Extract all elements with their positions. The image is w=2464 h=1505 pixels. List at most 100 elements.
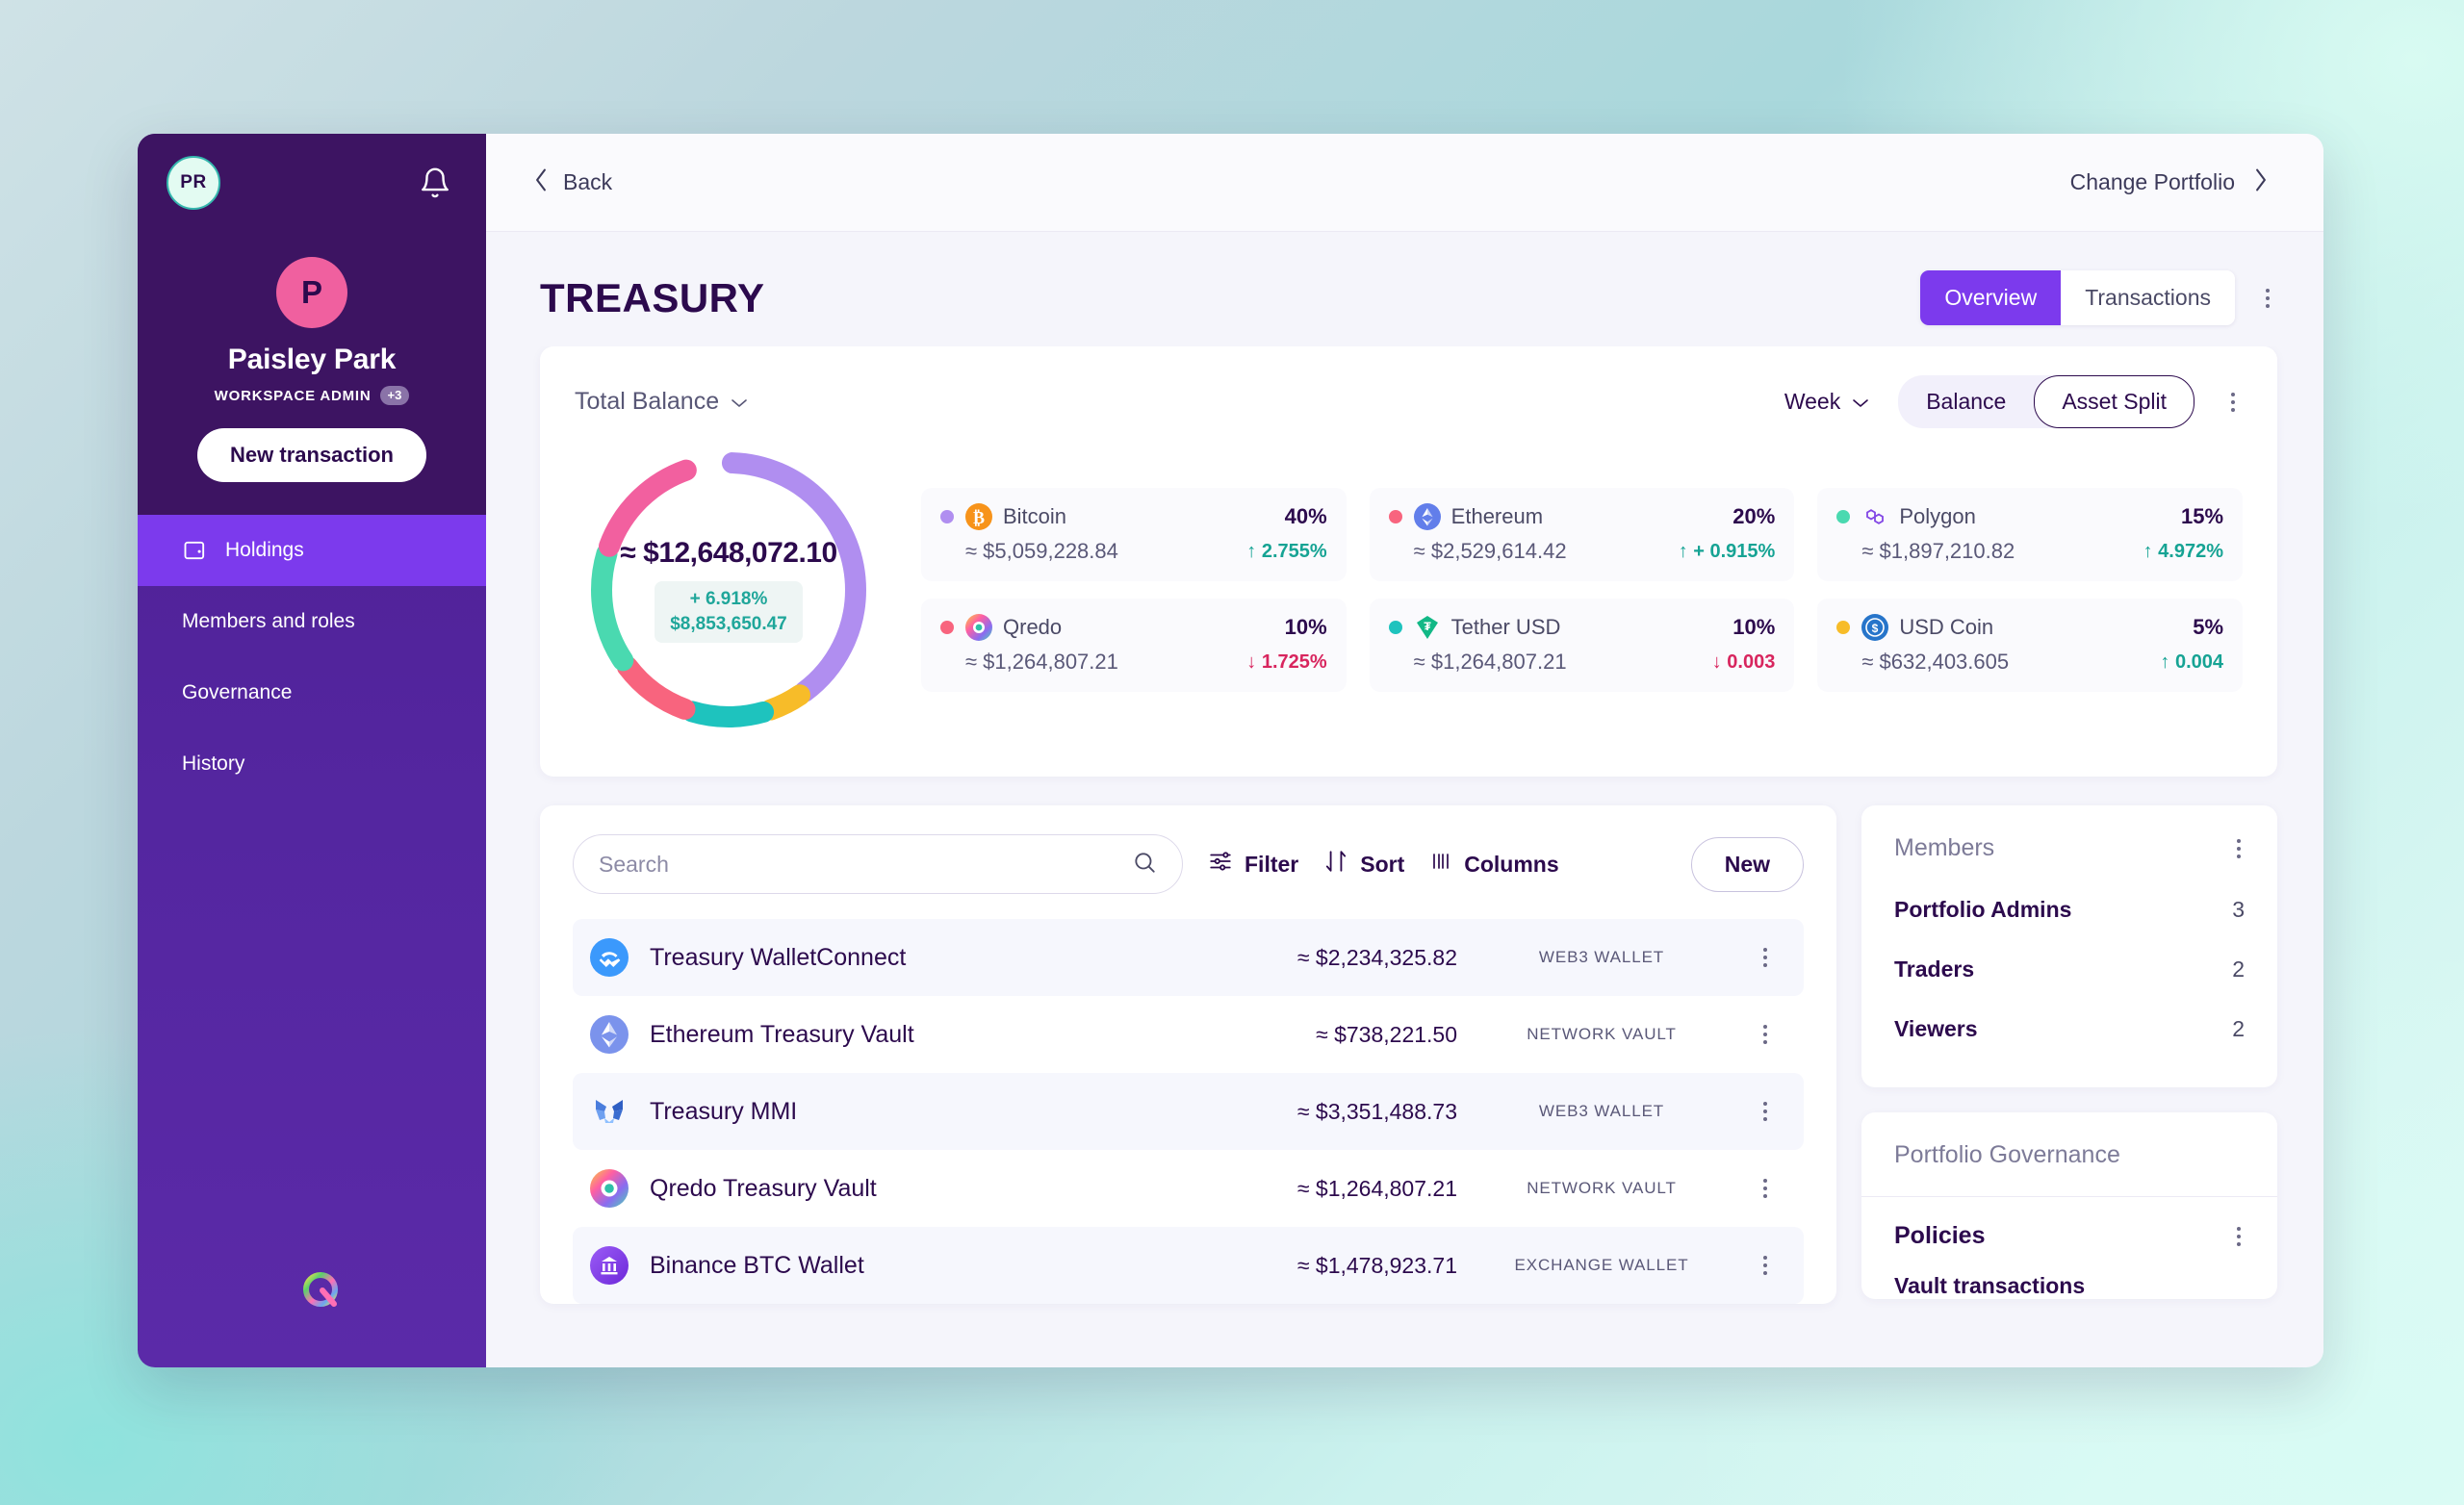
legend-dot — [1388, 510, 1402, 523]
row-kebab-menu[interactable] — [1746, 1025, 1784, 1044]
total-balance-selector[interactable]: Total Balance — [575, 388, 748, 416]
sliders-icon — [1208, 849, 1233, 880]
usdcoin-icon: $ — [1861, 614, 1889, 641]
asset-change-value: 2.755% — [1261, 540, 1327, 562]
asset-legend: ₿ Bitcoin 40% ≈ $5,059,228.84 ↑ 2.755% Q… — [921, 488, 2244, 692]
page-kebab-menu[interactable] — [2258, 285, 2277, 312]
sidebar-profile: P Paisley Park WORKSPACE ADMIN +3 New tr… — [138, 232, 486, 515]
tether-icon: ₮ — [1414, 614, 1441, 641]
search-icon[interactable] — [1132, 850, 1157, 880]
list-item[interactable]: Portfolio Admins 3 — [1861, 880, 2277, 939]
vault-transactions-label[interactable]: Vault transactions — [1861, 1250, 2277, 1299]
svg-text:₿: ₿ — [973, 508, 985, 527]
period-selector[interactable]: Week — [1784, 389, 1869, 415]
asset-card-ethereum[interactable]: Ethereum 20% ≈ $2,529,614.42 ↑ + 0.915% — [1369, 488, 1795, 581]
sidebar-item-members-and-roles[interactable]: Members and roles — [138, 586, 486, 657]
members-kebab-menu[interactable] — [2229, 835, 2248, 862]
asset-card-usd-coin[interactable]: $ USD Coin 5% ≈ $632,403.605 ↑ 0.004 — [1817, 599, 2244, 692]
sidebar-item-holdings[interactable]: Holdings — [138, 515, 486, 586]
row-kebab-menu[interactable] — [1746, 1179, 1784, 1198]
more-vertical-icon — [1746, 1179, 1784, 1198]
back-button[interactable]: Back — [532, 167, 612, 198]
sidebar-item-label: History — [182, 752, 245, 775]
sidebar-item-governance[interactable]: Governance — [138, 657, 486, 728]
more-vertical-icon — [1746, 1256, 1784, 1275]
metamask-icon — [590, 1092, 629, 1131]
policies-kebab-menu[interactable] — [2229, 1223, 2248, 1250]
app-window: PR P Paisley Park WORKSPACE ADMIN +3 New… — [138, 134, 2323, 1367]
columns-button[interactable]: Columns — [1429, 850, 1559, 879]
asset-name: Polygon — [1899, 504, 1976, 528]
binance-icon — [590, 1246, 629, 1285]
arrow-up-icon: ↑ — [1246, 540, 1257, 562]
org-badge[interactable]: PR — [167, 156, 220, 210]
polygon-icon — [1861, 503, 1888, 530]
view-tabs: Overview Transactions — [1920, 270, 2235, 325]
members-panel-title: Members — [1894, 834, 1995, 861]
avatar[interactable]: P — [276, 257, 347, 328]
arrow-up-icon: ↑ — [2143, 540, 2153, 562]
member-role-count: 3 — [2232, 896, 2245, 922]
asset-card-tether-usd[interactable]: ₮ Tether USD 10% ≈ $1,264,807.21 ↓ 0.003 — [1369, 599, 1795, 692]
new-wallet-button[interactable]: New — [1690, 836, 1804, 892]
more-vertical-icon — [1746, 1025, 1784, 1044]
columns-icon — [1429, 850, 1452, 879]
asset-card-qredo[interactable]: Qredo 10% ≈ $1,264,807.21 ↓ 1.725% — [921, 599, 1347, 692]
table-row[interactable]: Treasury MMI ≈ $3,351,488.73 WEB3 WALLET — [573, 1073, 1804, 1150]
change-portfolio-button[interactable]: Change Portfolio — [2070, 167, 2270, 198]
list-item[interactable]: Traders 2 — [1861, 939, 2277, 999]
view-mode-asset-split[interactable]: Asset Split — [2034, 375, 2194, 428]
new-transaction-button[interactable]: New transaction — [197, 428, 426, 482]
tab-overview[interactable]: Overview — [1920, 270, 2062, 325]
qredo-icon — [965, 614, 992, 641]
table-row[interactable]: Qredo Treasury Vault ≈ $1,264,807.21 NET… — [573, 1150, 1804, 1227]
arrow-up-icon: ↑ — [1678, 540, 1688, 562]
asset-change-value: 1.725% — [1261, 650, 1327, 673]
asset-change-value: 4.972% — [2158, 540, 2224, 562]
row-kebab-menu[interactable] — [1746, 1102, 1784, 1121]
search-box[interactable] — [573, 834, 1183, 894]
asset-percent: 10% — [1732, 615, 1776, 639]
chevron-down-icon — [731, 388, 748, 416]
asset-name: Bitcoin — [1003, 504, 1067, 528]
lower-section: Filter Sort Columns — [540, 805, 2277, 1304]
wallet-name: Ethereum Treasury Vault — [650, 1020, 914, 1048]
legend-dot — [1388, 621, 1402, 634]
list-item[interactable]: Viewers 2 — [1861, 999, 2277, 1059]
policies-row[interactable]: Policies — [1861, 1197, 2277, 1250]
balance-card-kebab-menu[interactable] — [2223, 389, 2243, 416]
balance-card-header: Total Balance Week Balance Asset Split — [575, 375, 2243, 428]
table-row[interactable]: Treasury WalletConnect ≈ $2,234,325.82 W… — [573, 919, 1804, 996]
view-mode-balance[interactable]: Balance — [1898, 375, 2034, 428]
total-balance-value: ≈ $12,648,072.10 — [620, 537, 837, 569]
sort-button[interactable]: Sort — [1323, 849, 1404, 880]
filter-button[interactable]: Filter — [1208, 849, 1298, 880]
asset-column: Polygon 15% ≈ $1,897,210.82 ↑ 4.972% $ U… — [1817, 488, 2244, 692]
legend-dot — [1836, 621, 1851, 634]
right-panels: Members Portfolio Admins 3 Traders 2 Vie… — [1861, 805, 2277, 1304]
row-kebab-menu[interactable] — [1746, 948, 1784, 967]
qredo-icon — [590, 1169, 629, 1208]
bitcoin-icon: ₿ — [965, 503, 992, 530]
asset-percent: 15% — [2180, 504, 2224, 528]
table-row[interactable]: Binance BTC Wallet ≈ $1,478,923.71 EXCHA… — [573, 1227, 1804, 1304]
wallet-amount: ≈ $738,221.50 — [1316, 1021, 1457, 1047]
asset-column: Ethereum 20% ≈ $2,529,614.42 ↑ + 0.915% — [1369, 488, 1795, 692]
sidebar-item-history[interactable]: History — [138, 728, 486, 800]
chevron-left-icon — [532, 167, 550, 198]
table-row[interactable]: Ethereum Treasury Vault ≈ $738,221.50 NE… — [573, 996, 1804, 1073]
asset-change-value: 0.004 — [2174, 650, 2224, 673]
member-role-label: Viewers — [1894, 1015, 1978, 1041]
policies-label: Policies — [1894, 1222, 1986, 1249]
asset-card-bitcoin[interactable]: ₿ Bitcoin 40% ≈ $5,059,228.84 ↑ 2.755% — [921, 488, 1347, 581]
main-area: Back Change Portfolio TREASURY Overview … — [486, 134, 2323, 1367]
search-input[interactable] — [599, 851, 1132, 878]
asset-percent: 5% — [2193, 615, 2224, 639]
wallet-type-badge: EXCHANGE WALLET — [1514, 1256, 1689, 1274]
bell-icon[interactable] — [419, 166, 451, 199]
row-kebab-menu[interactable] — [1746, 1256, 1784, 1275]
columns-label: Columns — [1464, 851, 1559, 877]
role-more-badge[interactable]: +3 — [379, 386, 410, 405]
asset-card-polygon[interactable]: Polygon 15% ≈ $1,897,210.82 ↑ 4.972% — [1817, 488, 2244, 581]
tab-transactions[interactable]: Transactions — [2061, 270, 2235, 325]
